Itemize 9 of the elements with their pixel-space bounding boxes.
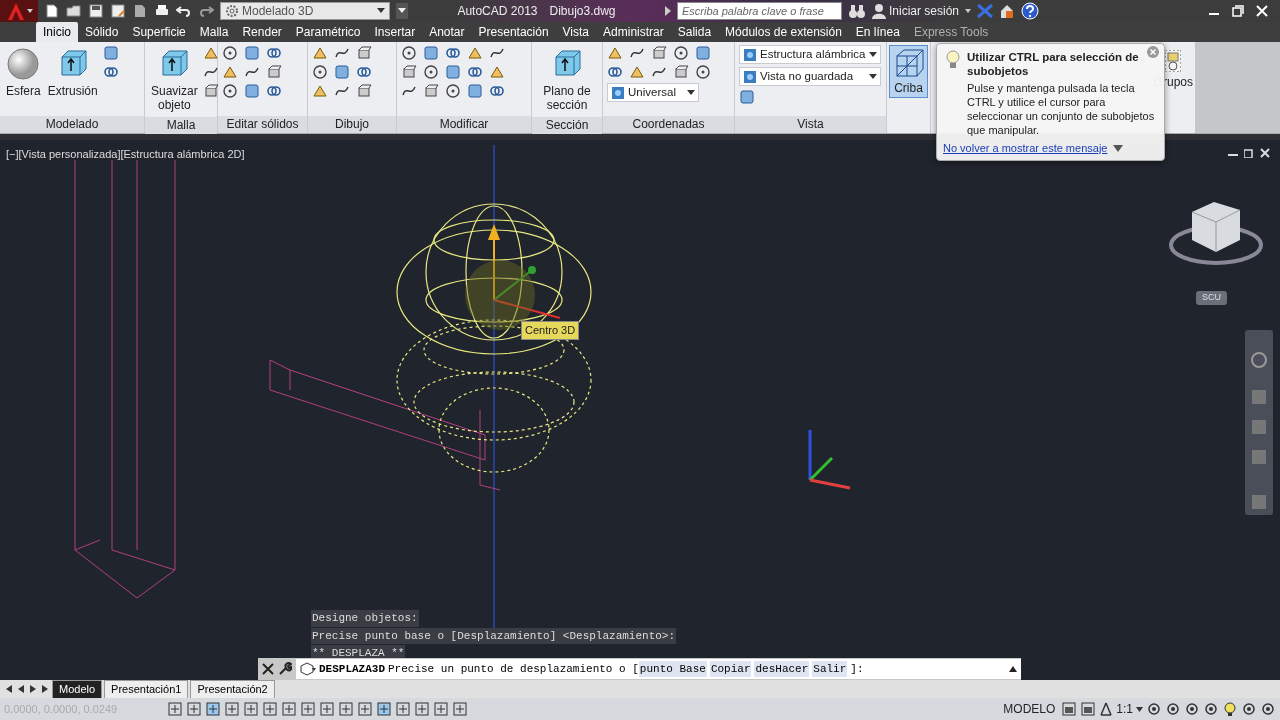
app-name: AutoCAD 2013 (457, 3, 538, 20)
command-prompt: Precise un punto de desplazamiento o [ (388, 661, 639, 677)
gizmo-label: Centro 3D (521, 321, 580, 340)
command-name: DESPLAZA3D (319, 661, 385, 677)
command-prompt-end: ]: (850, 661, 864, 677)
tooltip-title: Utilizar CTRL para selección de subobjetos (967, 50, 1140, 78)
workspace-name: Modelado 3D (242, 3, 315, 20)
tooltip-text: Pulse y mantenga pulsada la tecla CTRL y utilice el cursor para seleccionar un conjunto de subobjetos que manipular. (967, 82, 1155, 137)
file-name: Dibujo3.dwg (549, 3, 616, 20)
